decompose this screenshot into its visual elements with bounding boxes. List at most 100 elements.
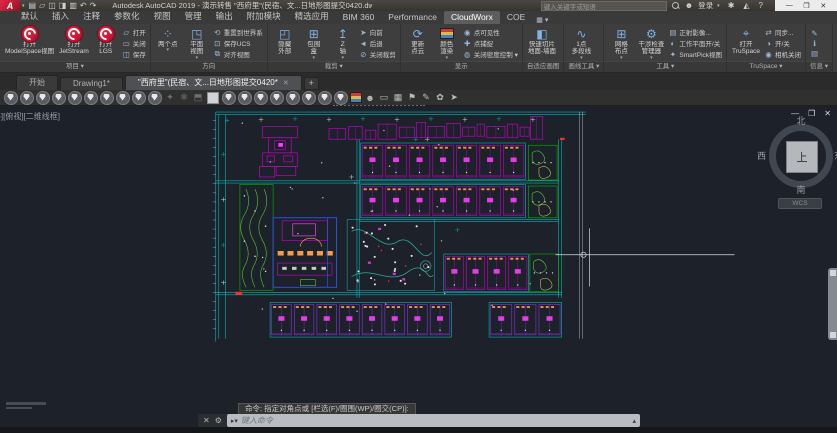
panel-label[interactable]: 画线工具 ▾: [564, 61, 603, 72]
cube-faded-button[interactable]: ⬒: [192, 91, 204, 104]
ribbon-tab-bim-360[interactable]: BIM 360: [336, 11, 382, 24]
viewcube-north-label[interactable]: 北: [763, 114, 837, 127]
ribbon-small-button[interactable]: ◍关闭密度控制 ▾: [463, 49, 518, 59]
ribbon-button[interactable]: ⁘两个点▾: [154, 25, 182, 61]
close-button[interactable]: ✕: [820, 2, 826, 10]
ribbon-small-button[interactable]: ▱打开: [122, 27, 146, 37]
cloudworx-shield-button[interactable]: [302, 91, 316, 105]
ribbon-small-button[interactable]: ◑开/关: [764, 38, 801, 48]
cloudworx-shield-button[interactable]: [318, 91, 332, 105]
cloudworx-shield-button[interactable]: [68, 91, 82, 105]
ribbon-tab-参数化[interactable]: 参数化: [107, 9, 147, 24]
ribbon-tab-插入[interactable]: 插入: [45, 9, 76, 24]
ribbon-small-button[interactable]: ◄后退: [359, 38, 396, 48]
search-input[interactable]: 键入关键字或短语: [541, 1, 667, 11]
ribbon-button[interactable]: 颜色 渲染▾: [433, 25, 461, 61]
cloudworx-shield-button[interactable]: [84, 91, 98, 105]
panel-label[interactable]: 方向: [151, 61, 267, 72]
ribbon-button[interactable]: ⟳更新 点云: [404, 25, 432, 61]
connect-icon[interactable]: ◭: [743, 1, 749, 10]
viewport-controls-label[interactable]: [-][俯视][二维线框]: [0, 111, 60, 122]
ribbon-small-button[interactable]: ◫保存: [122, 49, 146, 59]
ribbon-tab-cloudworx[interactable]: CloudWorx: [444, 11, 500, 24]
command-customize-icon[interactable]: ⚙: [215, 416, 222, 425]
ribbon-button[interactable]: ⊞网格 布点▾: [607, 25, 635, 61]
ribbon-small-button[interactable]: ✚点捕捉: [463, 38, 518, 48]
cloudworx-shield-button[interactable]: [286, 91, 300, 105]
file-tab[interactable]: Drawing1*: [60, 77, 123, 90]
restore-button[interactable]: ❐: [803, 2, 809, 10]
ribbon-button[interactable]: ⊞包围 盒▾: [300, 25, 328, 61]
command-field[interactable]: ▸▾ ▴: [227, 414, 640, 427]
ribbon-small-button[interactable]: ◉相机关闭: [764, 49, 801, 59]
cloudworx-shield-button[interactable]: [254, 91, 268, 105]
ribbon-tab-附加模块[interactable]: 附加模块: [240, 9, 288, 24]
cloudworx-shield-button[interactable]: [270, 91, 284, 105]
file-tab[interactable]: 开始: [16, 75, 58, 90]
ribbon-small-button[interactable]: ◉点可见性: [463, 27, 518, 37]
command-expand-icon[interactable]: ▴: [632, 417, 636, 425]
ribbon-tab-coe[interactable]: COE: [500, 11, 532, 24]
ribbon-button[interactable]: 打开 LGS: [92, 25, 120, 61]
command-input[interactable]: [241, 416, 630, 425]
ribbon-small-button[interactable]: ✦SmartPick视图: [668, 49, 722, 59]
ribbon-small-button[interactable]: ▤: [810, 49, 819, 58]
ribbon-small-button[interactable]: ⇄同步...: [764, 27, 801, 37]
ribbon-tab-performance[interactable]: Performance: [381, 11, 444, 24]
flower-button[interactable]: ✿: [434, 91, 446, 104]
file-tab[interactable]: "西府里"(民宿、文...日地形图提交0420*✕: [125, 75, 302, 90]
ribbon-button[interactable]: ↥Z 轴▾: [329, 25, 357, 61]
sign-in-button[interactable]: ☻ 登录 ▾: [682, 0, 722, 11]
sparkle-button[interactable]: ✦: [164, 91, 176, 104]
cloudworx-shield-button[interactable]: [148, 91, 162, 105]
viewcube-south-label[interactable]: 南: [763, 183, 837, 196]
tab-close-icon[interactable]: ✕: [283, 79, 289, 87]
viewcube-top-face[interactable]: 上: [786, 141, 818, 173]
ribbon-small-button[interactable]: ℹ: [810, 39, 819, 48]
ribbon-button[interactable]: ◧快速切片 地面-墙面: [526, 25, 558, 61]
ribbon-small-button[interactable]: ⧉对齐视图: [213, 49, 263, 59]
ribbon-tab-视图[interactable]: 视图: [147, 9, 178, 24]
panel-label[interactable]: 信息 ▾: [806, 61, 832, 72]
minimize-button[interactable]: —: [786, 2, 793, 9]
ribbon-button[interactable]: ◳平面 视图▾: [183, 25, 211, 61]
help-icon[interactable]: ?: [759, 1, 763, 10]
cloudworx-shield-button[interactable]: [52, 91, 66, 105]
cloudworx-shield-button[interactable]: [116, 91, 130, 105]
wcs-dropdown[interactable]: WCS: [778, 198, 822, 209]
snowflake-button[interactable]: ❄: [178, 91, 190, 104]
ribbon-small-button[interactable]: ✎: [810, 29, 819, 38]
ribbon-button[interactable]: 打开 ModelSpace视图: [3, 25, 56, 61]
ribbon-small-button[interactable]: ▭关闭: [122, 38, 146, 48]
panel-label[interactable]: 工具 ▾: [604, 61, 726, 72]
search-icon[interactable]: [672, 2, 679, 9]
blank-swatch-icon[interactable]: [207, 92, 219, 104]
ribbon-button[interactable]: 打开 JetStream: [57, 25, 91, 61]
panel-label[interactable]: 裁剪 ▾: [268, 61, 400, 72]
viewcube-west-label[interactable]: 西: [757, 149, 766, 162]
new-tab-button[interactable]: +: [304, 77, 319, 90]
command-prompt-icon[interactable]: ▸▾: [231, 417, 238, 425]
panel-label[interactable]: 项目 ▾: [0, 61, 150, 72]
drawing-canvas[interactable]: [-][俯视][二维线框] — ❐ ✕ 上 北 南 西 东 WCS 命令: 指定…: [0, 106, 837, 433]
ribbon-small-button[interactable]: ⊘关闭裁剪: [359, 49, 396, 59]
ribbon-button[interactable]: ⌖打开 TruSpace: [730, 25, 762, 61]
cloudworx-shield-button[interactable]: [20, 91, 34, 105]
command-close-icon[interactable]: ✕: [203, 416, 210, 425]
app-menu-arrow-icon[interactable]: ▾: [22, 3, 25, 9]
cloudworx-shield-button[interactable]: [4, 91, 18, 105]
viewcube[interactable]: 上 北 南 西 东: [763, 118, 837, 194]
ribbon-button[interactable]: ∿1点 多段线▾: [567, 25, 595, 61]
cloudworx-shield-button[interactable]: [132, 91, 146, 105]
export-button[interactable]: ➤: [448, 91, 460, 104]
ribbon-small-button[interactable]: ⟲重置到世界系: [213, 27, 263, 37]
navigation-bar-fragment[interactable]: [828, 268, 837, 340]
ribbon-small-button[interactable]: ◐工作平面开/关: [668, 38, 722, 48]
panel-label[interactable]: TruSpace ▾: [727, 61, 805, 72]
ribbon-button[interactable]: ◰隐藏 外部: [271, 25, 299, 61]
cloudworx-shield-button[interactable]: [238, 91, 252, 105]
cloudworx-shield-button[interactable]: [36, 91, 50, 105]
ribbon-display-toggle-icon[interactable]: ▦ ▾: [536, 16, 548, 24]
cloudworx-shield-button[interactable]: [222, 91, 236, 105]
ribbon-tab-默认[interactable]: 默认: [14, 9, 45, 24]
